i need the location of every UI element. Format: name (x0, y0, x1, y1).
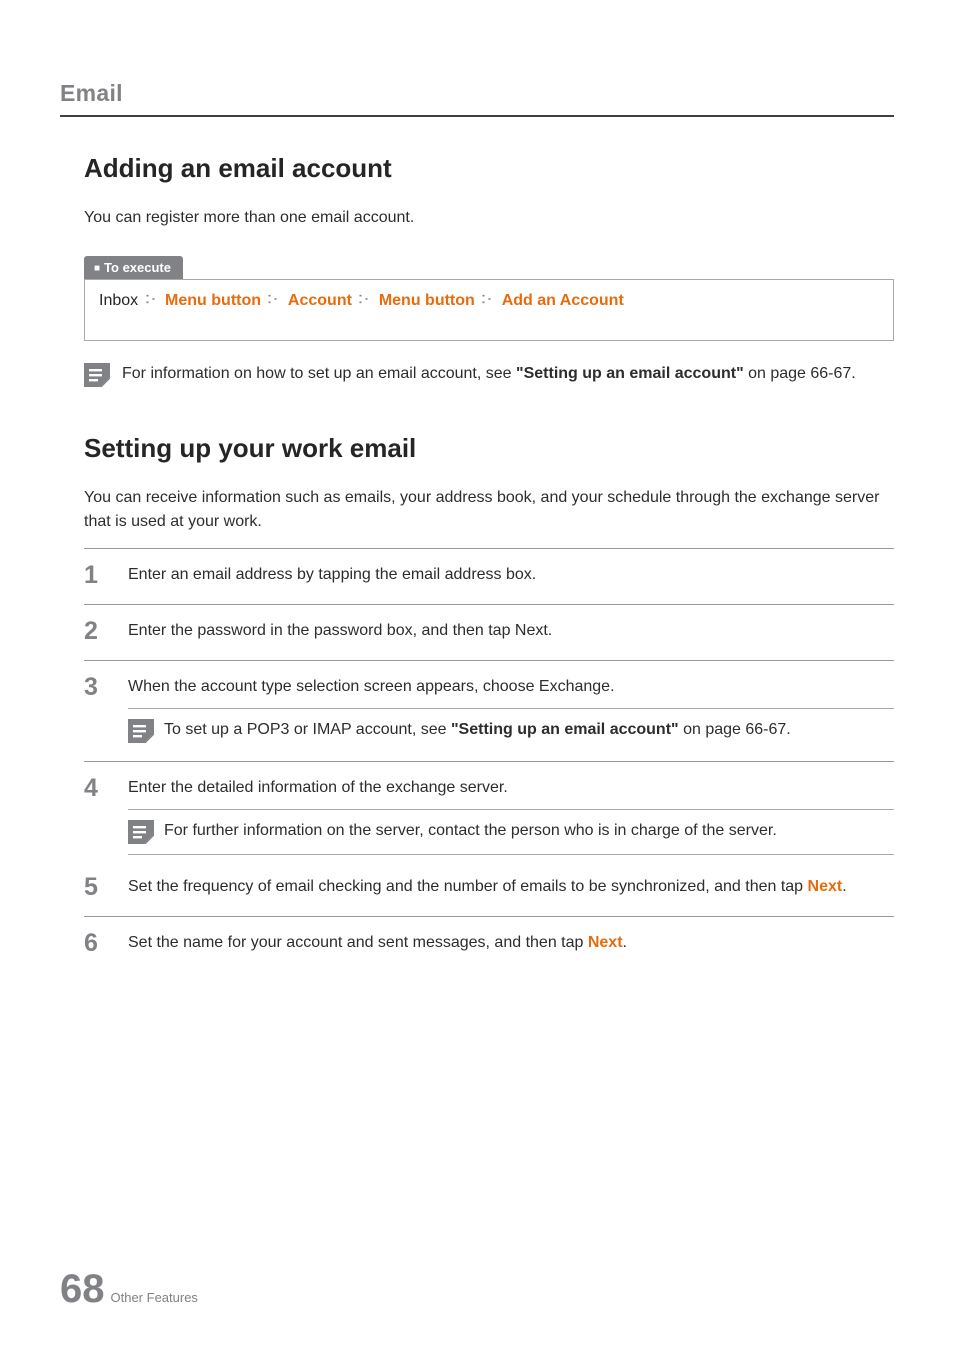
step-4: 4 Enter the detailed information of the … (84, 761, 894, 871)
step-6: 6 Set the name for your account and sent… (84, 916, 894, 972)
step-5-text: Set the frequency of email checking and … (128, 875, 894, 900)
note1-bold: "Setting up an email account" (516, 365, 744, 382)
step-2-text: Enter the password in the password box, … (128, 619, 894, 644)
path-separator-icon (267, 294, 281, 306)
intro-1: You can register more than one email acc… (84, 206, 894, 230)
page-label: Other Features (111, 1290, 198, 1305)
exec-part-inbox: Inbox (99, 292, 138, 309)
heading-adding-email: Adding an email account (84, 153, 894, 184)
execute-tab: To execute (84, 256, 183, 279)
steps-list: 1 Enter an email address by tapping the … (84, 548, 894, 972)
step-4-note-text: For further information on the server, c… (164, 818, 777, 844)
s6-pre: Set the name for your account and sent m… (128, 934, 588, 951)
note1-pre: For information on how to set up an emai… (122, 365, 516, 382)
step-2: 2 Enter the password in the password box… (84, 604, 894, 660)
execute-block: To execute Inbox Menu button Account Men… (84, 256, 894, 341)
step-1-text: Enter an email address by tapping the em… (128, 563, 894, 588)
exec-part-account: Account (288, 292, 352, 309)
path-separator-icon (358, 294, 372, 306)
exec-part-menu1: Menu button (165, 292, 261, 309)
step-5-num: 5 (84, 875, 110, 900)
step-6-text: Set the name for your account and sent m… (128, 931, 894, 956)
s5-post: . (842, 878, 846, 895)
note-icon (128, 719, 154, 743)
step-2-num: 2 (84, 619, 110, 644)
note-1: For information on how to set up an emai… (84, 361, 894, 387)
note-icon (84, 363, 110, 387)
s5-pre: Set the frequency of email checking and … (128, 878, 808, 895)
heading-work-email: Setting up your work email (84, 433, 894, 464)
exec-part-add: Add an Account (502, 292, 624, 309)
step-4-num: 4 (84, 776, 110, 801)
step-6-num: 6 (84, 931, 110, 956)
header-divider (60, 115, 894, 117)
step-3-text: When the account type selection screen a… (128, 675, 894, 700)
s6-post: . (623, 934, 627, 951)
section-header: Email (60, 80, 894, 107)
s5-next: Next (808, 878, 843, 895)
step-4-text: Enter the detailed information of the ex… (128, 776, 894, 801)
page-footer: 68 Other Features (60, 1267, 198, 1312)
note-icon (128, 820, 154, 844)
note-1-text: For information on how to set up an emai… (122, 361, 856, 387)
intro-2: You can receive information such as emai… (84, 486, 894, 534)
note1-post: on page 66-67. (744, 365, 856, 382)
step-3-num: 3 (84, 675, 110, 700)
s3-note-post: on page 66-67. (679, 721, 791, 738)
execute-path: Inbox Menu button Account Menu button Ad… (84, 279, 894, 341)
path-separator-icon (145, 294, 159, 306)
step-3-note-text: To set up a POP3 or IMAP account, see "S… (164, 717, 791, 743)
step-4-note: For further information on the server, c… (128, 809, 894, 855)
step-5: 5 Set the frequency of email checking an… (84, 871, 894, 916)
step-1: 1 Enter an email address by tapping the … (84, 548, 894, 604)
step-1-num: 1 (84, 563, 110, 588)
s3-note-pre: To set up a POP3 or IMAP account, see (164, 721, 451, 738)
s3-note-bold: "Setting up an email account" (451, 721, 679, 738)
page-number: 68 (60, 1267, 105, 1312)
step-3-note: To set up a POP3 or IMAP account, see "S… (128, 708, 894, 745)
s6-next: Next (588, 934, 623, 951)
path-separator-icon (481, 294, 495, 306)
step-3: 3 When the account type selection screen… (84, 660, 894, 761)
exec-part-menu2: Menu button (379, 292, 475, 309)
